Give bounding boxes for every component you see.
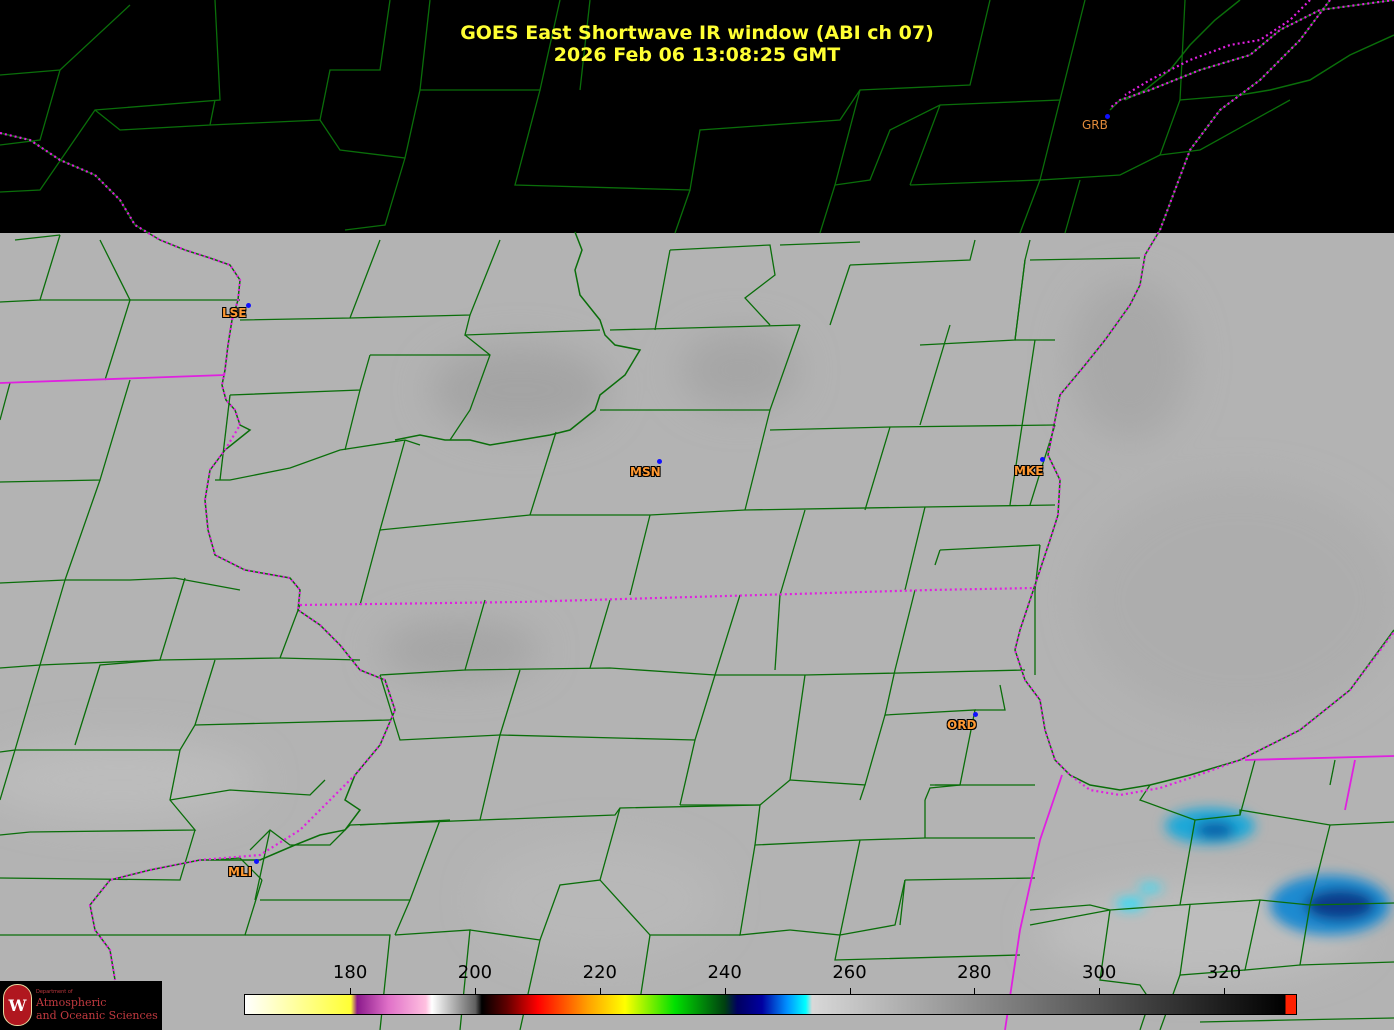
logo-line2: and Oceanic Sciences: [36, 1009, 158, 1022]
image-timestamp: 2026 Feb 06 13:08:25 GMT: [553, 44, 841, 66]
colorbar-label-strip: [244, 960, 1297, 990]
colorbar-tick: [1224, 988, 1226, 994]
colorbar-tick-label: 260: [832, 962, 867, 983]
colorbar-tick: [350, 988, 352, 994]
colorbar-tick-label: 280: [957, 962, 992, 983]
city-dot-msn: [657, 459, 662, 464]
colorbar-tick-label: 220: [582, 962, 617, 983]
image-title: GOES East Shortwave IR window (ABI ch 07…: [460, 22, 934, 44]
city-label-mke: MKE: [1014, 464, 1044, 478]
colorbar-tick: [849, 988, 851, 994]
colorbar-tick-label: 320: [1206, 962, 1242, 983]
city-dot-mke: [1040, 457, 1045, 462]
logo-dept-text: Department of: [36, 989, 73, 995]
colorbar-tick: [474, 988, 476, 994]
colorbar-tick: [724, 988, 726, 994]
city-label-mli: MLI: [228, 865, 253, 879]
city-label-msn: MSN: [630, 465, 661, 479]
colorbar-tick: [599, 988, 601, 994]
logo-line1: Atmospheric: [36, 996, 107, 1009]
satellite-map: [0, 0, 1394, 1030]
city-dot-ord: [973, 712, 978, 717]
city-label-ord: ORD: [947, 718, 977, 732]
city-label-grb: GRB: [1082, 118, 1108, 132]
colorbar-tick: [974, 988, 976, 994]
city-label-lse: LSE: [222, 306, 247, 320]
colorbar-tick-label: 180: [332, 962, 368, 983]
colorbar-tick-label: 240: [707, 962, 742, 983]
aos-logo: W Department of Atmospheric and Oceanic …: [0, 981, 162, 1030]
uw-seal-icon: W: [3, 984, 32, 1026]
colorbar-tick-label: 200: [457, 962, 493, 983]
colorbar-tick-label: 300: [1082, 962, 1117, 983]
colorbar-tick: [1099, 988, 1101, 994]
temperature-colorbar: [244, 994, 1297, 1015]
city-dot-mli: [254, 859, 259, 864]
